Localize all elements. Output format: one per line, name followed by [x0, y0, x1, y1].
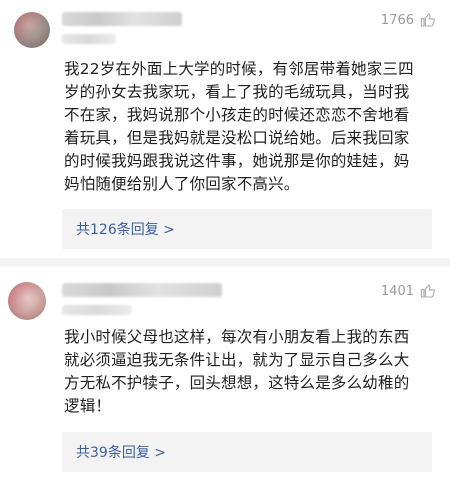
comment-item: 1401 我小时候父母也这样，每次有小朋友看上我的东西 就必须逼迫我无条件让出，… — [0, 0, 450, 480]
comment-text: 我小时候父母也这样，每次有小朋友看上我的东西 就必须逼迫我无条件让出，就为了显示… — [64, 328, 410, 415]
thumb-up-icon — [420, 284, 435, 298]
avatar[interactable] — [8, 282, 46, 320]
like-count: 1401 — [380, 283, 414, 299]
username-blurred[interactable] — [62, 283, 222, 297]
view-replies-button[interactable]: 共39条回复 > — [62, 432, 432, 472]
like-button[interactable]: 1401 — [381, 283, 436, 299]
meta-blurred — [62, 305, 132, 315]
